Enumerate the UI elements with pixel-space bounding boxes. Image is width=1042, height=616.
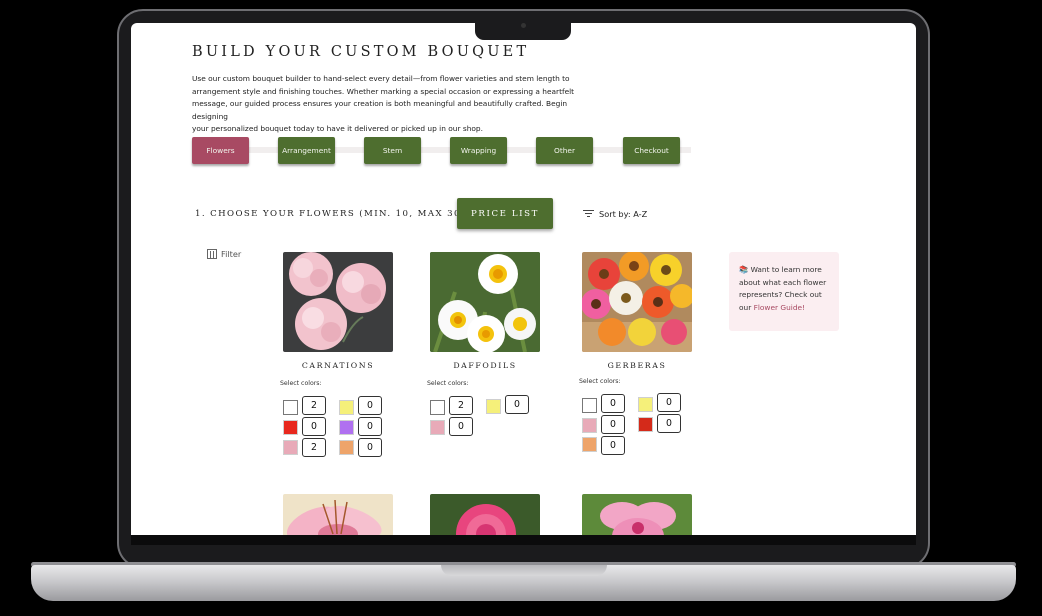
select-colors-label: Select colors: [579, 378, 621, 385]
daffodils-image[interactable] [430, 252, 540, 352]
dahlias-image[interactable] [430, 494, 540, 535]
color-swatch-yellow[interactable] [638, 397, 653, 412]
laptop-opening-groove [441, 565, 607, 576]
screen-bezel [131, 535, 916, 545]
select-colors-label: Select colors: [427, 380, 469, 387]
book-icon: 📚 [739, 265, 749, 274]
quantity-input[interactable]: 0 [505, 395, 529, 414]
intro-paragraph: Use our custom bouquet builder to hand-s… [192, 73, 592, 136]
quantity-input[interactable]: 2 [302, 438, 326, 457]
flower-guide-link[interactable]: Flower Guide! [754, 303, 805, 312]
color-swatch-pink[interactable] [430, 420, 445, 435]
lilies-image[interactable] [283, 494, 393, 535]
gerberas-image[interactable] [582, 252, 692, 352]
orchids-image[interactable] [582, 494, 692, 535]
intro-line: Use our custom bouquet builder to hand-s… [192, 74, 570, 83]
filter-button[interactable]: Filter [207, 249, 241, 259]
color-swatch-yellow[interactable] [339, 400, 354, 415]
flower-name: GERBERAS [607, 361, 667, 370]
section-title: 1. CHOOSE YOUR FLOWERS (MIN. 10, MAX 30) [195, 209, 466, 219]
quantity-input[interactable]: 0 [358, 396, 382, 415]
step-checkout[interactable]: Checkout [623, 137, 680, 164]
intro-line: arrangement style and finishing touches.… [192, 86, 575, 96]
intro-line: your personalized bouquet today to have … [192, 124, 483, 134]
sort-label: Sort by: A-Z [599, 209, 648, 219]
color-swatch-white[interactable] [283, 400, 298, 415]
color-swatch-purple[interactable] [339, 420, 354, 435]
color-swatch-red[interactable] [638, 417, 653, 432]
quantity-input[interactable]: 0 [302, 417, 326, 436]
step-arrangement[interactable]: Arrangement [278, 137, 335, 164]
browser-viewport: BUILD YOUR CUSTOM BOUQUET Use our custom… [131, 23, 916, 535]
step-stem[interactable]: Stem [364, 137, 421, 164]
flower-name: DAFFODILS [453, 361, 517, 370]
quantity-input[interactable]: 0 [657, 414, 681, 433]
sort-icon [583, 210, 594, 218]
step-other[interactable]: Other [536, 137, 593, 164]
quantity-input[interactable]: 0 [601, 415, 625, 434]
sort-dropdown[interactable]: Sort by: A-Z [583, 209, 647, 219]
page-title: BUILD YOUR CUSTOM BOUQUET [192, 44, 530, 60]
quantity-input[interactable]: 0 [358, 417, 382, 436]
carnations-image[interactable] [283, 252, 393, 352]
intro-line: message, our guided process ensures your… [192, 99, 568, 121]
quantity-input[interactable]: 2 [449, 396, 473, 415]
quantity-input[interactable]: 0 [601, 436, 625, 455]
color-swatch-white[interactable] [430, 400, 445, 415]
camera-icon [521, 23, 526, 28]
color-swatch-pink[interactable] [582, 418, 597, 433]
flower-guide-callout: 📚 Want to learn more about what each flo… [729, 252, 839, 331]
color-swatch-orange[interactable] [582, 437, 597, 452]
quantity-input[interactable]: 0 [601, 394, 625, 413]
quantity-input[interactable]: 0 [358, 438, 382, 457]
select-colors-label: Select colors: [280, 380, 322, 387]
color-swatch-pink[interactable] [283, 440, 298, 455]
price-list-button[interactable]: PRICE LIST [457, 198, 553, 229]
step-wrapping[interactable]: Wrapping [450, 137, 507, 164]
quantity-input[interactable]: 0 [449, 417, 473, 436]
color-swatch-red[interactable] [283, 420, 298, 435]
flower-name: CARNATIONS [301, 361, 375, 370]
quantity-input[interactable]: 2 [302, 396, 326, 415]
quantity-input[interactable]: 0 [657, 393, 681, 412]
filter-icon [207, 249, 217, 259]
step-flowers[interactable]: Flowers [192, 137, 249, 164]
color-swatch-orange[interactable] [339, 440, 354, 455]
filter-label: Filter [221, 249, 242, 259]
color-swatch-yellow[interactable] [486, 399, 501, 414]
color-swatch-white[interactable] [582, 398, 597, 413]
